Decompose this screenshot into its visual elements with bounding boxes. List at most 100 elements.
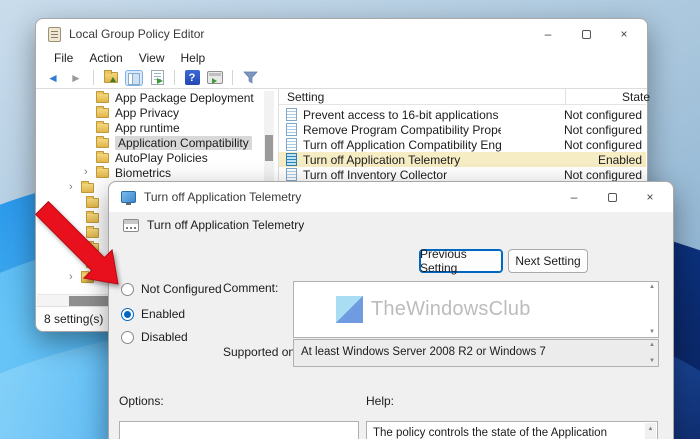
previous-setting-button[interactable]: Previous Setting — [419, 247, 503, 275]
tree-item[interactable]: › Biometrics — [84, 165, 171, 180]
comment-field[interactable]: TheWindowsClub ▲ ▼ — [293, 281, 659, 338]
help-panel[interactable]: The policy controls the state of the App… — [366, 421, 658, 439]
tree-scrollbar-thumb[interactable] — [265, 135, 273, 161]
setting-row-selected[interactable]: Turn off Application Telemetry Enabled — [279, 152, 646, 167]
radio-disabled[interactable]: Disabled — [121, 330, 188, 344]
folder-icon — [96, 105, 109, 118]
column-header-state[interactable]: State — [566, 90, 700, 104]
scroll-up-icon[interactable]: ▲ — [649, 342, 655, 348]
export-list-icon — [150, 70, 164, 85]
policy-name-header: Turn off Application Telemetry — [123, 218, 304, 232]
tree-scrollbar[interactable] — [264, 91, 274, 181]
scroll-up-icon[interactable]: ▲ — [648, 426, 654, 432]
tree-item-partial[interactable] — [86, 210, 105, 225]
tree-item[interactable]: App Package Deployment — [96, 90, 254, 105]
setting-row[interactable]: Turn off Application Compatibility Engin… — [279, 137, 646, 152]
scroll-down-icon[interactable]: ▼ — [649, 329, 655, 335]
next-setting-button[interactable]: Next Setting — [508, 249, 588, 273]
help-toolbar-button[interactable]: ? — [183, 69, 201, 87]
filter-icon — [242, 71, 258, 84]
options-panel[interactable] — [119, 421, 359, 439]
close-button[interactable]: × — [605, 19, 643, 49]
close-button[interactable]: × — [631, 182, 669, 212]
tree-item[interactable]: App Privacy — [96, 105, 179, 120]
maximize-button[interactable] — [567, 19, 605, 49]
policy-setting-icon — [286, 123, 297, 136]
tree-item[interactable]: AutoPlay Policies — [96, 150, 208, 165]
folder-icon — [96, 165, 109, 178]
toolbar-separator — [232, 70, 233, 85]
menu-view[interactable]: View — [131, 51, 173, 65]
scroll-up-icon[interactable]: ▲ — [649, 284, 655, 290]
folder-icon — [86, 255, 99, 268]
setting-row[interactable]: Remove Program Compatibility Property Pa… — [279, 122, 646, 137]
setting-row[interactable]: Turn off Inventory Collector Not configu… — [279, 167, 646, 182]
show-console-tree-button[interactable] — [125, 69, 143, 87]
tree-item-partial[interactable] — [86, 255, 105, 270]
back-button[interactable]: ◄ — [44, 69, 62, 87]
dialog-window-controls: – × — [555, 182, 669, 212]
show-window-button[interactable] — [206, 69, 224, 87]
options-label: Options: — [119, 394, 164, 408]
help-icon: ? — [184, 70, 200, 85]
tree-item-selected[interactable]: Application Compatibility — [96, 135, 252, 150]
menu-help[interactable]: Help — [173, 51, 214, 65]
filter-button[interactable] — [241, 69, 259, 87]
gpedit-window-title: Local Group Policy Editor — [69, 27, 205, 41]
maximize-icon — [581, 29, 591, 39]
menu-action[interactable]: Action — [81, 51, 130, 65]
up-one-level-button[interactable] — [102, 69, 120, 87]
chevron-right-icon[interactable]: › — [69, 182, 79, 193]
forward-icon: ► — [70, 70, 82, 85]
maximize-button[interactable] — [593, 182, 631, 212]
export-list-button[interactable] — [148, 69, 166, 87]
folder-icon — [81, 180, 94, 193]
column-header-setting[interactable]: Setting — [287, 90, 324, 104]
folder-icon — [86, 210, 99, 223]
minimize-button[interactable]: – — [529, 19, 567, 49]
chevron-right-icon[interactable]: › — [84, 167, 94, 178]
folder-up-icon — [104, 70, 118, 83]
folder-icon — [86, 225, 99, 238]
tree-item-partial[interactable]: › — [69, 270, 100, 285]
folder-icon — [96, 120, 109, 133]
tree-item-partial[interactable] — [86, 225, 105, 240]
radio-circle-checked[interactable] — [121, 307, 134, 321]
folder-icon — [96, 90, 109, 103]
gpedit-app-icon — [48, 26, 61, 42]
radio-circle[interactable] — [121, 282, 134, 296]
help-scrollbar[interactable]: ▲ — [645, 423, 656, 439]
toolbar-separator — [174, 70, 175, 85]
setting-row[interactable]: Prevent access to 16-bit applications No… — [279, 107, 646, 122]
folder-icon — [96, 150, 109, 163]
comment-scroll-arrows: ▲ ▼ — [646, 282, 658, 337]
menu-file[interactable]: File — [46, 51, 81, 65]
supported-scroll-arrows: ▲ ▼ — [646, 340, 658, 366]
radio-not-configured[interactable]: Not Configured — [121, 282, 222, 296]
dialog-app-icon — [121, 191, 136, 205]
toolbar-separator — [93, 70, 94, 85]
radio-circle[interactable] — [121, 330, 134, 344]
supported-on-label: Supported on: — [223, 345, 299, 359]
policy-setting-icon — [286, 153, 297, 166]
policy-setting-icon — [286, 108, 297, 121]
folder-icon — [86, 240, 99, 253]
folder-icon — [86, 195, 99, 208]
tree-item-partial[interactable] — [86, 195, 105, 210]
folder-icon — [81, 270, 94, 283]
folder-icon — [96, 135, 109, 148]
list-header: Setting State — [279, 88, 650, 105]
policy-setting-icon — [286, 168, 297, 181]
dialog-body: Turn off Application Telemetry Previous … — [109, 212, 673, 439]
tree-item[interactable]: App runtime — [96, 120, 180, 135]
minimize-button[interactable]: – — [555, 182, 593, 212]
radio-enabled[interactable]: Enabled — [121, 307, 185, 321]
tree-item-partial[interactable]: › — [69, 180, 100, 195]
chevron-right-icon[interactable]: › — [69, 272, 79, 283]
scroll-down-icon[interactable]: ▼ — [649, 358, 655, 364]
supported-on-field: At least Windows Server 2008 R2 or Windo… — [293, 339, 659, 367]
console-tree-icon — [125, 69, 143, 86]
tree-item-partial[interactable] — [86, 240, 105, 255]
forward-button[interactable]: ► — [67, 69, 85, 87]
status-text: 8 setting(s) — [44, 312, 104, 326]
